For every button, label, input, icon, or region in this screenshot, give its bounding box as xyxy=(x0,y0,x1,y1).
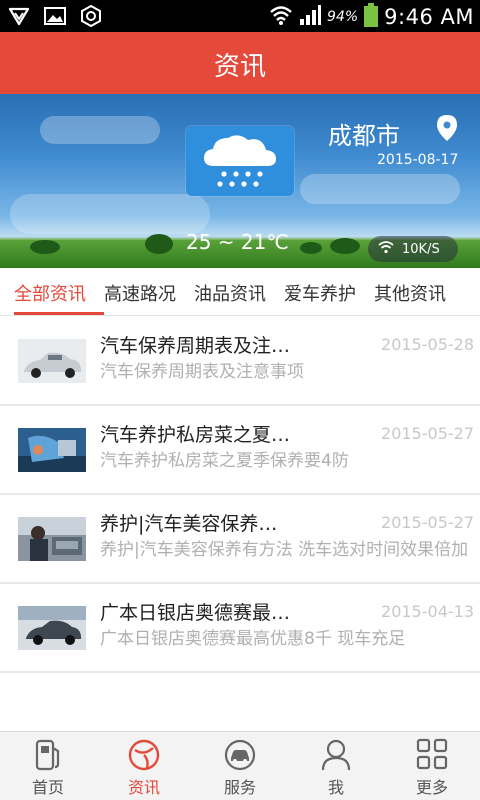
bottom-nav: 首页 资讯 服务 我 更多 xyxy=(0,731,480,800)
tab-other[interactable]: 其他资讯 xyxy=(374,280,446,306)
news-thumbnail xyxy=(18,339,86,383)
category-tabs: 全部资讯 高速路况 油品资讯 爱车养护 其他资讯 xyxy=(0,268,480,316)
signal-icon xyxy=(299,4,322,30)
nav-label: 首页 xyxy=(31,778,64,797)
news-thumbnail xyxy=(18,428,86,472)
status-bar: 94% 9:46 AM xyxy=(0,0,480,32)
tree xyxy=(145,234,173,254)
rain-cloud-icon xyxy=(186,126,294,196)
temperature: 25 ~ 21℃ xyxy=(186,230,289,254)
car-service-icon xyxy=(223,738,257,776)
fuel-pump-icon xyxy=(33,738,63,776)
city-name: 成都市 xyxy=(328,122,400,150)
news-date: 2015-05-27 xyxy=(381,424,474,443)
news-desc: 汽车保养周期表及注意事项 xyxy=(100,362,304,382)
wifi-icon xyxy=(378,240,394,258)
news-desc: 养护|汽车美容保养有方法 洗车选对时间效果倍加 xyxy=(100,540,469,560)
tree xyxy=(30,240,60,254)
tab-all-news[interactable]: 全部资讯 xyxy=(14,280,86,306)
news-item[interactable]: 汽车保养周期表及注… 2015-05-28 汽车保养周期表及注意事项 xyxy=(0,317,480,406)
news-title: 汽车保养周期表及注… xyxy=(100,335,291,357)
battery-percent: 94% xyxy=(327,9,359,25)
page-title: 资讯 xyxy=(213,52,266,82)
hexagon-icon xyxy=(80,4,102,31)
tab-highway[interactable]: 高速路况 xyxy=(104,280,176,306)
nav-me[interactable]: 我 xyxy=(288,732,384,800)
grid-icon xyxy=(416,738,448,774)
nav-label: 服务 xyxy=(223,778,256,797)
title-bar: 资讯 xyxy=(0,32,480,94)
weather-banner[interactable]: 成都市 2015-08-17 25 ~ 21℃ 10K/S xyxy=(0,94,480,268)
news-title: 养护|汽车美容保养… xyxy=(100,513,278,535)
news-list: 汽车保养周期表及注… 2015-05-28 汽车保养周期表及注意事项 汽车养护私… xyxy=(0,317,480,673)
sky-cloud xyxy=(300,174,460,204)
sky-cloud xyxy=(40,116,160,144)
tab-indicator xyxy=(14,312,104,315)
person-icon xyxy=(321,738,351,776)
nav-label: 更多 xyxy=(415,778,448,797)
news-thumbnail xyxy=(18,517,86,561)
battery-icon xyxy=(364,3,379,31)
nav-label: 资讯 xyxy=(127,778,160,797)
news-date: 2015-05-27 xyxy=(381,513,474,532)
tab-car-care[interactable]: 爱车养护 xyxy=(284,280,356,306)
news-item[interactable]: 广本日银店奥德赛最… 2015-04-13 广本日银店奥德赛最高优惠8千 现车充… xyxy=(0,584,480,673)
tab-fuel[interactable]: 油品资讯 xyxy=(194,280,266,306)
news-date: 2015-05-28 xyxy=(381,335,474,354)
nav-news[interactable]: 资讯 xyxy=(96,732,192,800)
network-speed-badge: 10K/S xyxy=(368,236,458,262)
tree xyxy=(330,238,360,254)
location-pin-icon[interactable] xyxy=(436,114,458,146)
news-title: 广本日银店奥德赛最… xyxy=(100,602,291,624)
shield-v-icon xyxy=(8,5,30,31)
news-thumbnail xyxy=(18,606,86,650)
weather-date: 2015-08-17 xyxy=(377,152,459,168)
news-date: 2015-04-13 xyxy=(381,602,474,621)
nav-home[interactable]: 首页 xyxy=(0,732,96,800)
nav-more[interactable]: 更多 xyxy=(384,732,480,800)
network-speed: 10K/S xyxy=(402,241,440,257)
sky-cloud xyxy=(10,194,210,234)
news-item[interactable]: 汽车养护私房菜之夏… 2015-05-27 汽车养护私房菜之夏季保养要4防 xyxy=(0,406,480,495)
news-desc: 广本日银店奥德赛最高优惠8千 现车充足 xyxy=(100,629,406,649)
news-item[interactable]: 养护|汽车美容保养… 2015-05-27 养护|汽车美容保养有方法 洗车选对时… xyxy=(0,495,480,584)
news-desc: 汽车养护私房菜之夏季保养要4防 xyxy=(100,451,349,471)
image-icon xyxy=(44,6,66,30)
news-circle-icon xyxy=(127,738,161,776)
nav-service[interactable]: 服务 xyxy=(192,732,288,800)
tree xyxy=(300,242,322,254)
wifi-icon xyxy=(269,4,293,30)
news-title: 汽车养护私房菜之夏… xyxy=(100,424,291,446)
clock: 9:46 AM xyxy=(384,5,474,29)
nav-label: 我 xyxy=(327,778,344,797)
